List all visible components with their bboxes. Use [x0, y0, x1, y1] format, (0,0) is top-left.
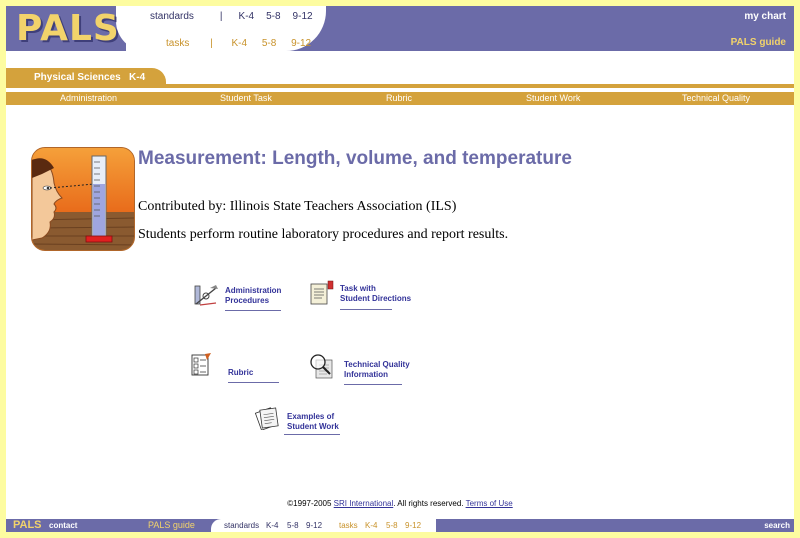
- sri-link[interactable]: SRI International: [334, 499, 394, 508]
- examples-label-line1: Examples of: [287, 412, 335, 421]
- section-administration[interactable]: Administration: [60, 93, 117, 103]
- section-nav: Administration Student Task Rubric Stude…: [6, 92, 794, 105]
- nav-tasks-5-8[interactable]: 5-8: [262, 38, 276, 49]
- contact-link[interactable]: contact: [49, 521, 77, 530]
- section-student-task[interactable]: Student Task: [220, 93, 272, 103]
- contributor-text: Contributed by: Illinois State Teachers …: [138, 199, 457, 214]
- tech-label-line2: Information: [344, 370, 388, 379]
- task-label-line1: Task with: [340, 284, 376, 293]
- technical-quality-link[interactable]: Technical Quality Information: [308, 352, 418, 386]
- task-label-line2: Student Directions: [340, 294, 412, 303]
- nav-standards-5-8[interactable]: 5-8: [266, 11, 280, 22]
- section-rubric[interactable]: Rubric: [386, 93, 412, 103]
- nav-separator: |: [219, 11, 223, 22]
- examples-student-work-link[interactable]: Examples of Student Work: [254, 404, 354, 438]
- terms-of-use-link[interactable]: Terms of Use: [466, 499, 513, 508]
- bottom-standards-9-12[interactable]: 9-12: [306, 521, 322, 530]
- pals-guide-link[interactable]: PALS guide: [731, 37, 786, 48]
- page: PALS standards | K-4 5-8 9-12 tasks | K-…: [6, 6, 794, 532]
- bottom-pals-logo[interactable]: PALS: [13, 519, 42, 531]
- admin-label-line2: Procedures: [225, 296, 270, 305]
- examples-underline: [284, 434, 340, 435]
- section-technical-quality[interactable]: Technical Quality: [682, 93, 750, 103]
- checklist-icon: [191, 353, 211, 376]
- nav-tasks-9-12[interactable]: 9-12: [291, 38, 311, 49]
- tech-underline: [344, 384, 402, 385]
- bottom-tasks-5-8[interactable]: 5-8: [386, 521, 398, 530]
- task-description: Students perform routine laboratory proc…: [138, 227, 509, 242]
- bottom-tasks-link[interactable]: tasks: [339, 521, 358, 530]
- nav-separator: |: [210, 38, 213, 49]
- bottom-pals-guide-link[interactable]: PALS guide: [148, 520, 195, 530]
- examples-label-line2: Student Work: [287, 422, 339, 431]
- graduated-cylinder-illustration: [31, 147, 135, 251]
- pals-logo[interactable]: PALS: [16, 8, 120, 49]
- admin-label-line1: Administration: [225, 286, 282, 295]
- standards-nav: standards | K-4 5-8 9-12: [150, 11, 313, 22]
- task-underline: [340, 309, 392, 310]
- papers-stack-icon: [254, 407, 279, 430]
- rubric-link[interactable]: Rubric: [191, 352, 281, 386]
- compass-ruler-icon: [194, 285, 218, 306]
- task-student-directions-link[interactable]: Task with Student Directions: [309, 280, 419, 314]
- rubric-underline: [228, 382, 279, 383]
- search-link[interactable]: search: [764, 521, 790, 530]
- magnifying-glass-icon: [310, 354, 333, 379]
- category-label: Physical Sciences K-4: [34, 72, 146, 83]
- admin-underline: [225, 310, 281, 311]
- nav-tasks[interactable]: tasks: [166, 38, 189, 49]
- nav-standards-k4[interactable]: K-4: [239, 11, 255, 22]
- copyright-year: ©1997-2005: [287, 499, 332, 508]
- bottom-standards-link[interactable]: standards: [224, 521, 259, 530]
- tech-label-line1: Technical Quality: [344, 360, 410, 369]
- bottom-standards-k4[interactable]: K-4: [266, 521, 278, 530]
- section-student-work[interactable]: Student Work: [526, 93, 580, 103]
- tasks-nav: tasks | K-4 5-8 9-12: [166, 38, 311, 49]
- bottom-tasks-k4[interactable]: K-4: [365, 521, 377, 530]
- category-rule: [6, 84, 794, 88]
- document-icon: [310, 280, 334, 305]
- my-chart-link[interactable]: my chart: [744, 11, 786, 22]
- nav-standards[interactable]: standards: [150, 11, 194, 22]
- administration-procedures-link[interactable]: Administration Procedures: [192, 282, 292, 314]
- bottom-tasks-9-12[interactable]: 9-12: [405, 521, 421, 530]
- nav-standards-9-12[interactable]: 9-12: [293, 11, 313, 22]
- rights-text: . All rights reserved.: [393, 499, 464, 508]
- page-title: Measurement: Length, volume, and tempera…: [138, 148, 572, 169]
- bottom-standards-5-8[interactable]: 5-8: [287, 521, 299, 530]
- nav-tasks-k4[interactable]: K-4: [232, 38, 248, 49]
- copyright-notice: ©1997-2005 SRI International. All rights…: [6, 499, 794, 508]
- rubric-label: Rubric: [228, 368, 254, 377]
